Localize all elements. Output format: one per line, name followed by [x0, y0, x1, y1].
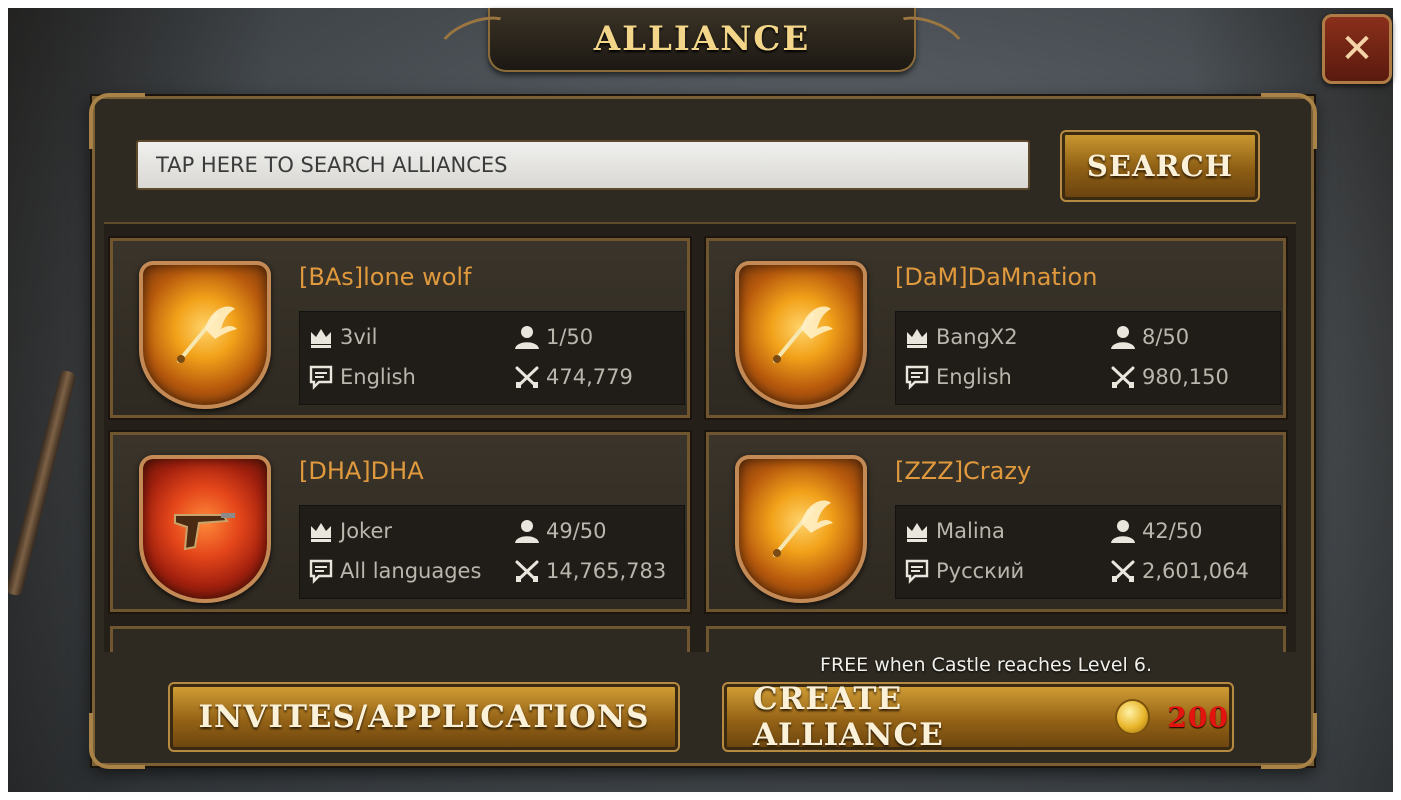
power-value: 2,601,064 — [1142, 559, 1249, 583]
alliance-list[interactable]: [BAs]lone wolf 3vil English 1/50 474,779 — [104, 222, 1296, 652]
corner-ornament — [1261, 93, 1317, 149]
leader-stat: BangX2 — [904, 324, 1018, 350]
chat-icon — [308, 364, 334, 390]
person-icon — [1110, 518, 1136, 544]
pistol-icon — [139, 455, 271, 603]
crossed-pistols-icon — [1110, 558, 1136, 584]
power-value: 14,765,783 — [546, 559, 667, 583]
search-placeholder: TAP HERE TO SEARCH ALLIANCES — [156, 153, 508, 177]
alliance-name: [DHA]DHA — [299, 457, 424, 485]
alliance-name: [BAs]lone wolf — [299, 263, 472, 291]
winged-sword-icon — [139, 261, 271, 409]
close-button[interactable]: ✕ — [1322, 14, 1392, 84]
members-stat: 8/50 — [1110, 324, 1189, 350]
leader-name: 3vil — [340, 325, 378, 349]
language-stat: English — [904, 364, 1012, 390]
leader-stat: Malina — [904, 518, 1005, 544]
alliance-card[interactable]: [DHA]DHA Joker All languages 49/50 14,76… — [108, 430, 692, 614]
leader-name: Joker — [340, 519, 393, 543]
language: English — [936, 365, 1012, 389]
crown-icon — [904, 324, 930, 350]
alliance-stats: Malina Русский 42/50 2,601,064 — [895, 505, 1281, 599]
language: Русский — [936, 559, 1025, 583]
close-icon: ✕ — [1340, 26, 1374, 72]
members-stat: 1/50 — [514, 324, 593, 350]
language-stat: All languages — [308, 558, 481, 584]
power-stat: 474,779 — [514, 364, 633, 390]
alliance-stats: BangX2 English 8/50 980,150 — [895, 311, 1281, 405]
member-count: 8/50 — [1142, 325, 1190, 349]
member-count: 1/50 — [546, 325, 594, 349]
title-banner: ALLIANCE — [434, 8, 970, 72]
person-icon — [514, 518, 540, 544]
leader-name: BangX2 — [936, 325, 1018, 349]
corner-ornament — [1261, 713, 1317, 769]
create-label: CREATE ALLIANCE — [753, 681, 944, 753]
alliance-name: [DaM]DaMnation — [895, 263, 1098, 291]
leader-name: Malina — [936, 519, 1005, 543]
search-input[interactable]: TAP HERE TO SEARCH ALLIANCES — [136, 140, 1030, 190]
language: All languages — [340, 559, 482, 583]
alliance-card-partial[interactable] — [706, 626, 1286, 652]
language: English — [340, 365, 416, 389]
background-musket — [8, 369, 77, 597]
alliance-stats: 3vil English 1/50 474,779 — [299, 311, 685, 405]
person-icon — [1110, 324, 1136, 350]
invites-applications-button[interactable]: INVITES/APPLICATIONS — [168, 682, 680, 752]
winged-sword-icon — [735, 455, 867, 603]
alliance-name: [ZZZ]Crazy — [895, 457, 1032, 485]
winged-sword-icon — [735, 261, 867, 409]
crossed-pistols-icon — [514, 558, 540, 584]
person-icon — [514, 324, 540, 350]
member-count: 42/50 — [1142, 519, 1203, 543]
free-note: FREE when Castle reaches Level 6. — [820, 654, 1152, 676]
language-stat: English — [308, 364, 416, 390]
search-button[interactable]: SEARCH — [1060, 130, 1260, 202]
chat-icon — [904, 558, 930, 584]
chat-icon — [308, 558, 334, 584]
power-stat: 2,601,064 — [1110, 558, 1249, 584]
crossed-pistols-icon — [514, 364, 540, 390]
chat-icon — [904, 364, 930, 390]
crown-icon — [308, 324, 334, 350]
alliance-card[interactable]: [BAs]lone wolf 3vil English 1/50 474,779 — [108, 236, 692, 420]
crossed-pistols-icon — [1110, 364, 1136, 390]
invites-label: INVITES/APPLICATIONS — [198, 699, 650, 735]
crown-icon — [308, 518, 334, 544]
power-value: 980,150 — [1142, 365, 1229, 389]
corner-ornament — [89, 713, 145, 769]
alliance-stats: Joker All languages 49/50 14,765,783 — [299, 505, 685, 599]
gold-coin-icon — [1114, 699, 1150, 735]
alliance-card[interactable]: [ZZZ]Crazy Malina Русский 42/50 2,601,06… — [704, 430, 1288, 614]
leader-stat: Joker — [308, 518, 392, 544]
power-stat: 980,150 — [1110, 364, 1229, 390]
search-button-label: SEARCH — [1086, 149, 1234, 183]
alliance-card[interactable]: [DaM]DaMnation BangX2 English 8/50 980,1… — [704, 236, 1288, 420]
member-count: 49/50 — [546, 519, 607, 543]
crown-icon — [904, 518, 930, 544]
alliance-card-partial[interactable] — [110, 626, 690, 652]
create-cost: 200 — [1167, 700, 1229, 734]
members-stat: 42/50 — [1110, 518, 1203, 544]
page-title: ALLIANCE — [593, 19, 811, 59]
language-stat: Русский — [904, 558, 1024, 584]
power-stat: 14,765,783 — [514, 558, 666, 584]
members-stat: 49/50 — [514, 518, 607, 544]
power-value: 474,779 — [546, 365, 633, 389]
create-alliance-button[interactable]: CREATE ALLIANCE 200 — [722, 681, 1234, 753]
leader-stat: 3vil — [308, 324, 377, 350]
